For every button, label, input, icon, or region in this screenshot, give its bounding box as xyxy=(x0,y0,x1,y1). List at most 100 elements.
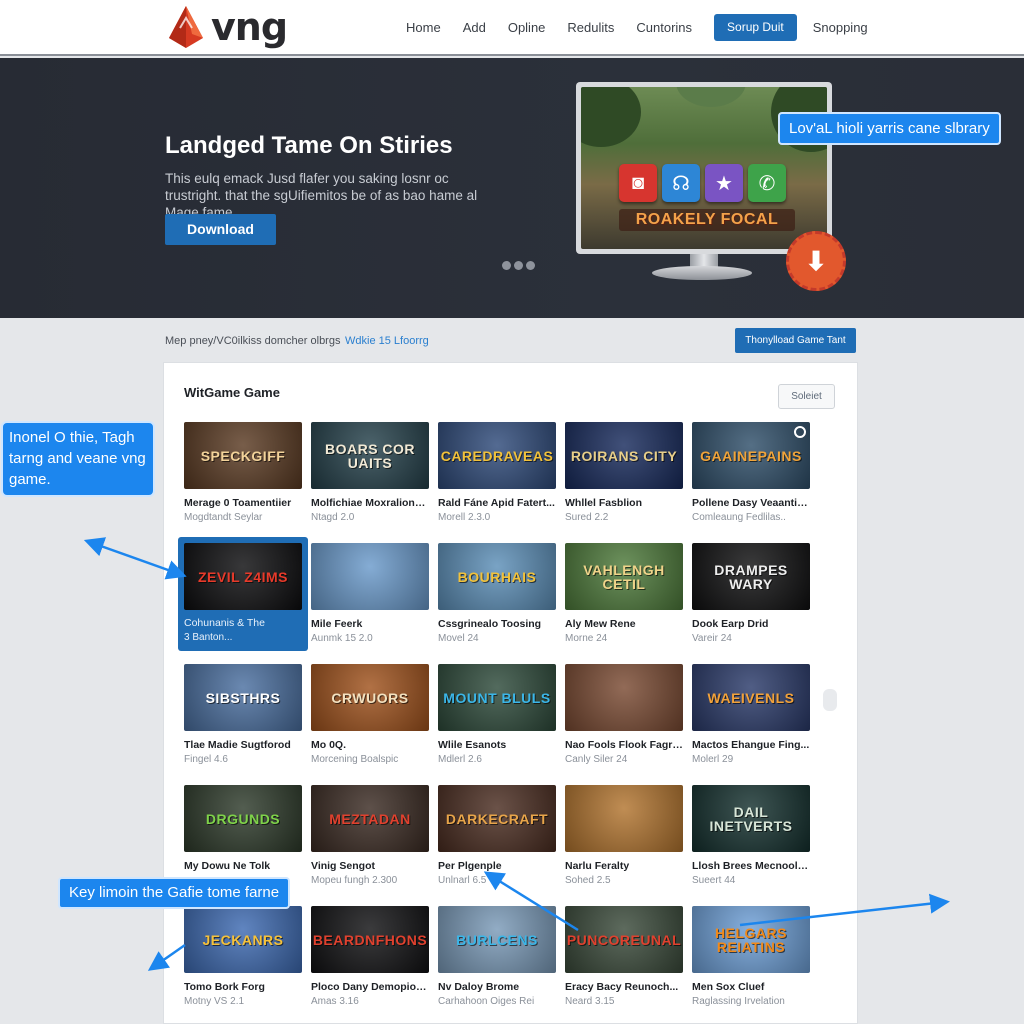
nav-item-redulits[interactable]: Redulits xyxy=(567,15,614,41)
game-card[interactable]: MEZTADAN Vinig Sengot Mopeu fungh 2.300 xyxy=(311,785,429,897)
carousel-dots xyxy=(502,261,535,270)
game-subtitle: Sueert 44 xyxy=(692,875,736,886)
thumbnail-title: BEARDNFHONS xyxy=(312,931,428,948)
game-thumbnail[interactable]: JECKANRS xyxy=(184,906,302,973)
thumbnail-title: WAEIVENLS xyxy=(707,689,795,706)
hero-banner: Landged Tame On Stiries This eulq emack … xyxy=(0,58,1024,318)
info-icon[interactable] xyxy=(794,426,806,438)
download-arrow-icon[interactable]: ⬇ xyxy=(786,231,846,291)
camera-icon[interactable]: ◙ xyxy=(619,164,657,202)
game-card[interactable]: CRWUORS Mo 0Q. Morcening Boalspic xyxy=(311,664,429,776)
game-thumbnail[interactable]: GAAINEPAINS xyxy=(692,422,810,489)
hero-download-button[interactable]: Download xyxy=(165,214,276,245)
game-subtitle: Fingel 4.6 xyxy=(184,754,228,765)
game-card[interactable]: GAAINEPAINS Pollene Dasy Veaantis... Comle… xyxy=(692,422,810,534)
game-thumbnail[interactable]: DARKECRAFT xyxy=(438,785,556,852)
game-thumbnail[interactable]: PUNCOREUNAL xyxy=(565,906,683,973)
game-thumbnail[interactable]: HELGARS REIATINS xyxy=(692,906,810,973)
game-card[interactable]: PUNCOREUNAL Eracy Bacy Reunoch... Neard 3.… xyxy=(565,906,683,1018)
game-thumbnail[interactable]: ROIRANS CITY xyxy=(565,422,683,489)
game-card[interactable]: ZEVIL Z4IMS Cohunanis & The 3 Banton... xyxy=(178,537,308,651)
nav-item-home[interactable]: Home xyxy=(406,15,441,41)
game-card[interactable]: MOUNT BLULS Wlile Esanots Mdlerl 2.6 xyxy=(438,664,556,776)
thumbnail-title: SIBSTHRS xyxy=(205,689,281,706)
game-thumbnail[interactable] xyxy=(311,543,429,610)
callout-left: Inonel O thie, Tagh tarng and veane vng … xyxy=(1,421,155,497)
scrollbar-handle[interactable] xyxy=(823,689,837,711)
game-thumbnail[interactable] xyxy=(565,785,683,852)
nav-item-add[interactable]: Add xyxy=(463,15,486,41)
game-thumbnail[interactable]: BEARDNFHONS xyxy=(311,906,429,973)
game-subtitle: Neard 3.15 xyxy=(565,996,615,1007)
game-thumbnail[interactable]: SPECKGIFF xyxy=(184,422,302,489)
thumbnail-title: DRAMPES WARY xyxy=(714,561,788,592)
star-icon[interactable]: ★ xyxy=(705,164,743,202)
carousel-dot[interactable] xyxy=(502,261,511,270)
game-thumbnail[interactable]: DAIL INETVERTS xyxy=(692,785,810,852)
game-title: Tlae Madie Sugtforod xyxy=(184,739,291,751)
carousel-dot[interactable] xyxy=(526,261,535,270)
game-card[interactable]: ROIRANS CITY Whllel Fasblion Sured 2.2 xyxy=(565,422,683,534)
game-thumbnail[interactable] xyxy=(565,664,683,731)
headset-icon[interactable]: ☊ xyxy=(662,164,700,202)
game-card[interactable]: BOARS COR UAITS Molfichiae Moxralions... N… xyxy=(311,422,429,534)
game-subtitle: Vareir 24 xyxy=(692,633,732,644)
game-card[interactable]: DARKECRAFT Per Plgenple Unlnarl 6.5 xyxy=(438,785,556,897)
game-thumbnail[interactable]: BURLCENS xyxy=(438,906,556,973)
game-subtitle: Comleaung Fedlilas.. xyxy=(692,512,786,523)
game-thumbnail[interactable]: MOUNT BLULS xyxy=(438,664,556,731)
game-thumbnail[interactable]: DRAMPES WARY xyxy=(692,543,810,610)
game-title: Men Sox Cluef xyxy=(692,981,765,993)
game-card[interactable]: Nao Fools Flook Fagroc... Canly Siler 24 xyxy=(565,664,683,776)
monitor-base xyxy=(652,266,752,280)
game-subtitle: Movel 24 xyxy=(438,633,479,644)
brand-logo[interactable]: vng xyxy=(165,4,288,50)
game-title: My Dowu Ne Tolk xyxy=(184,860,271,872)
game-card[interactable]: HELGARS REIATINS Men Sox Cluef Raglassing … xyxy=(692,906,810,1018)
game-card[interactable]: JECKANRS Tomo Bork Forg Motny VS 2.1 xyxy=(184,906,302,1018)
game-title: Whllel Fasblion xyxy=(565,497,643,509)
game-title: Wlile Esanots xyxy=(438,739,507,751)
game-card[interactable]: VAHLENGH CETIL Aly Mew Rene Morne 24 xyxy=(565,543,683,655)
game-thumbnail[interactable]: CRWUORS xyxy=(311,664,429,731)
callout-library: Lov'aL hioli yarris cane slbrary xyxy=(778,112,1001,145)
nav-item-opline[interactable]: Opline xyxy=(508,15,546,41)
game-thumbnail[interactable]: BOURHAIS xyxy=(438,543,556,610)
game-card[interactable]: SIBSTHRS Tlae Madie Sugtforod Fingel 4.6 xyxy=(184,664,302,776)
game-thumbnail[interactable]: DRGUNDS xyxy=(184,785,302,852)
game-card[interactable]: BURLCENS Nv Daloy Brome Carhahoon Oiges Re… xyxy=(438,906,556,1018)
thumbnail-title: ROIRANS CITY xyxy=(570,447,678,464)
phone-icon[interactable]: ✆ xyxy=(748,164,786,202)
game-card[interactable]: DRAMPES WARY Dook Earp Drid Vareir 24 xyxy=(692,543,810,655)
game-thumbnail[interactable]: ZEVIL Z4IMS xyxy=(184,543,302,610)
download-game-button[interactable]: Thonylload Game Tant xyxy=(735,328,856,353)
game-card[interactable]: CAREDRAVEAS Rald Fáne Apid Fatert... Morel… xyxy=(438,422,556,534)
nav-item-cuntorins[interactable]: Cuntorins xyxy=(636,15,692,41)
game-thumbnail[interactable]: CAREDRAVEAS xyxy=(438,422,556,489)
game-card[interactable]: Mile Feerk Aunmk 15 2.0 xyxy=(311,543,429,655)
signup-button[interactable]: Sorup Duit xyxy=(714,14,797,41)
game-card[interactable]: BOURHAIS Cssgrinealo Toosing Movel 24 xyxy=(438,543,556,655)
nav-item-shopping[interactable]: Snopping xyxy=(813,15,868,41)
thumbnail-title: DARKECRAFT xyxy=(445,810,549,827)
select-button[interactable]: Soleiet xyxy=(778,384,835,409)
thumbnail-title: GAAINEPAINS xyxy=(700,447,802,464)
game-thumbnail[interactable]: BOARS COR UAITS xyxy=(311,422,429,489)
game-title: Pollene Dasy Veaantis... xyxy=(692,497,810,509)
game-thumbnail[interactable]: MEZTADAN xyxy=(311,785,429,852)
thumbnail-title: MEZTADAN xyxy=(329,810,411,827)
game-card[interactable]: SPECKGIFF Merage 0 Toamentiier Mogdtandt S… xyxy=(184,422,302,534)
game-thumbnail[interactable]: VAHLENGH CETIL xyxy=(565,543,683,610)
game-thumbnail[interactable]: SIBSTHRS xyxy=(184,664,302,731)
game-subtitle: Morne 24 xyxy=(565,633,608,644)
game-card[interactable]: Narlu Feralty Sohed 2.5 xyxy=(565,785,683,897)
game-subtitle: Molerl 29 xyxy=(692,754,734,765)
game-card[interactable]: BEARDNFHONS Ploco Dany Demopion... Amas 3.… xyxy=(311,906,429,1018)
game-card[interactable]: DAIL INETVERTS Llosh Brees Mecnooling Suee… xyxy=(692,785,810,897)
game-thumbnail[interactable]: WAEIVENLS xyxy=(692,664,810,731)
brand-name: vng xyxy=(211,5,288,49)
carousel-dot[interactable] xyxy=(514,261,523,270)
thumbnail-title: CRWUORS xyxy=(331,689,409,706)
game-card[interactable]: WAEIVENLS Mactos Ehangue Fing... Molerl 29 xyxy=(692,664,810,776)
subbar-link[interactable]: Wdkie 15 Lfoorrg xyxy=(345,335,429,347)
